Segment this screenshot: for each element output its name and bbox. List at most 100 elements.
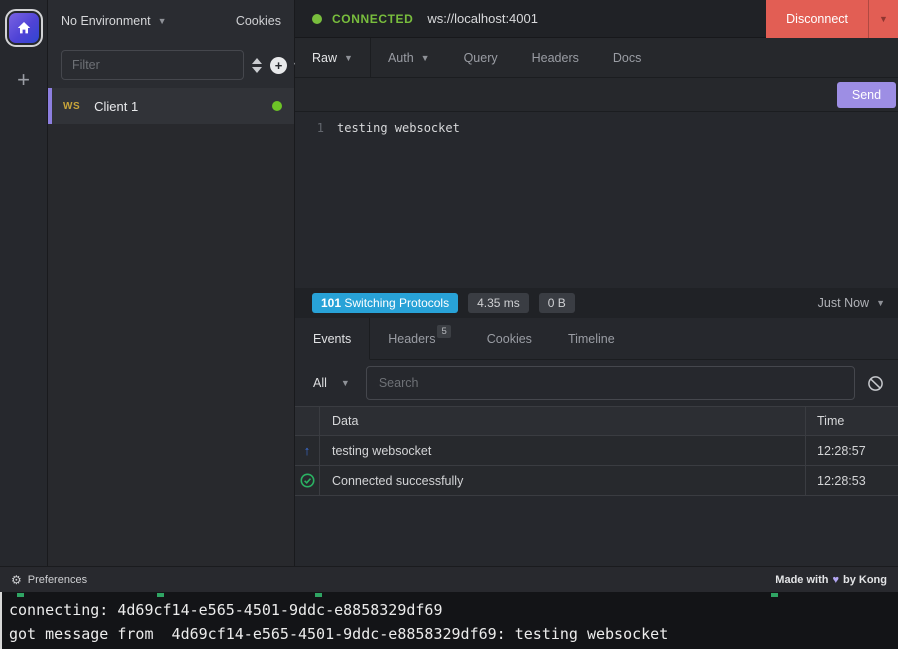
headers-count-badge: 5 — [437, 325, 450, 338]
environment-dropdown[interactable]: No Environment ▼ — [61, 14, 167, 28]
activity-rail: + — [0, 0, 48, 566]
prohibit-icon — [867, 375, 884, 392]
tab-docs[interactable]: Docs — [596, 38, 658, 77]
sidebar-empty-area — [48, 124, 294, 566]
filter-input[interactable] — [61, 50, 244, 80]
tab-timeline[interactable]: Timeline — [550, 318, 633, 360]
tab-headers[interactable]: Headers — [515, 38, 596, 77]
request-tabs: Raw ▼ Auth ▼ Query Headers Docs — [295, 38, 898, 78]
response-pane: 101 Switching Protocols 4.35 ms 0 B Just… — [295, 288, 898, 566]
send-button[interactable]: Send — [837, 82, 896, 108]
connection-active-dot — [272, 101, 282, 111]
chevron-down-icon: ▼ — [879, 14, 888, 24]
tab-events[interactable]: Events — [295, 318, 370, 360]
clear-events-button[interactable] — [867, 375, 884, 392]
tab-query-label: Query — [464, 51, 498, 65]
chevron-down-icon: ▼ — [421, 53, 430, 63]
main-panel: CONNECTED ws://localhost:4001 Disconnect… — [295, 0, 898, 566]
gear-icon: ⚙ — [11, 573, 22, 587]
sort-down-icon — [252, 67, 262, 73]
preferences-label: Preferences — [28, 574, 87, 586]
connected-dot-icon — [312, 14, 322, 24]
status-badge: 101 Switching Protocols — [312, 293, 458, 313]
connection-bar: CONNECTED ws://localhost:4001 Disconnect… — [295, 0, 898, 38]
response-history-dropdown[interactable]: Just Now ▼ — [818, 296, 885, 310]
event-time-cell: 12:28:57 — [805, 436, 898, 465]
sidebar-header: No Environment ▼ Cookies — [48, 0, 294, 42]
icon-column-header — [295, 407, 320, 435]
tab-response-cookies-label: Cookies — [487, 332, 532, 346]
tab-raw[interactable]: Raw ▼ — [295, 38, 371, 77]
ws-method-tag: WS — [63, 101, 80, 112]
new-project-button[interactable]: + — [17, 69, 30, 91]
request-pane: CONNECTED ws://localhost:4001 Disconnect… — [295, 0, 898, 288]
chevron-down-icon: ▼ — [158, 16, 167, 26]
events-table-header: Data Time — [295, 406, 898, 436]
table-row[interactable]: ↑ testing websocket 12:28:57 — [295, 436, 898, 466]
event-data-cell: testing websocket — [320, 436, 805, 465]
event-time-cell: 12:28:53 — [805, 466, 898, 495]
tab-auth-label: Auth — [388, 51, 414, 65]
size-badge: 0 B — [539, 293, 575, 313]
home-button-gradient — [9, 13, 39, 43]
editor-line-number: 1 — [295, 121, 337, 135]
tab-response-cookies[interactable]: Cookies — [469, 318, 550, 360]
kong-credit: Made with ♥ by Kong — [775, 574, 887, 586]
chevron-down-icon: ▼ — [344, 53, 353, 63]
send-row: Send — [295, 78, 898, 112]
event-type-value: All — [313, 376, 327, 390]
sort-button[interactable] — [252, 58, 262, 73]
home-icon — [16, 20, 32, 36]
tab-docs-label: Docs — [613, 51, 641, 65]
time-badge: 4.35 ms — [468, 293, 529, 313]
data-column-header: Data — [320, 407, 805, 435]
terminal-clipped-line — [9, 592, 898, 598]
tab-raw-label: Raw — [312, 51, 337, 65]
disconnect-button[interactable]: Disconnect — [766, 0, 868, 38]
events-table: Data Time ↑ testing websocket 12:28:57 — [295, 406, 898, 496]
chevron-down-icon: ▼ — [876, 298, 885, 308]
terminal-window: connecting: 4d69cf14-e565-4501-9ddc-e885… — [0, 592, 898, 649]
request-name: Client 1 — [94, 99, 138, 114]
response-empty-area — [295, 496, 898, 566]
status-footer: ⚙ Preferences Made with ♥ by Kong — [0, 566, 898, 592]
response-meta-bar: 101 Switching Protocols 4.35 ms 0 B Just… — [295, 288, 898, 318]
tab-response-headers-label: Headers — [388, 332, 435, 346]
credit-suffix: by Kong — [843, 574, 887, 586]
sidebar: No Environment ▼ Cookies + ▼ WS Client 1 — [48, 0, 295, 566]
tab-headers-label: Headers — [532, 51, 579, 65]
terminal-line: got message from 4d69cf14-e565-4501-9ddc… — [9, 622, 898, 646]
websocket-url: ws://localhost:4001 — [427, 11, 538, 26]
home-button[interactable] — [5, 9, 43, 47]
sort-up-icon — [252, 58, 262, 64]
terminal-line: connecting: 4d69cf14-e565-4501-9ddc-e885… — [9, 598, 898, 622]
tab-query[interactable]: Query — [447, 38, 515, 77]
preferences-button[interactable]: ⚙ Preferences — [11, 573, 87, 587]
tab-timeline-label: Timeline — [568, 332, 615, 346]
tab-auth[interactable]: Auth ▼ — [371, 38, 447, 77]
sidebar-item-client-1[interactable]: WS Client 1 — [48, 88, 294, 124]
table-row[interactable]: Connected successfully 12:28:53 — [295, 466, 898, 496]
credit-prefix: Made with — [775, 574, 828, 586]
tab-response-headers[interactable]: Headers 5 — [370, 318, 469, 360]
tabs-filler — [633, 318, 898, 360]
row-icon-cell: ↑ — [295, 436, 320, 465]
message-sent-arrow-icon: ↑ — [304, 443, 311, 458]
row-icon-cell — [295, 466, 320, 495]
recency-label: Just Now — [818, 296, 869, 310]
editor-content[interactable]: testing websocket — [337, 121, 460, 135]
chevron-down-icon: ▼ — [341, 378, 350, 388]
message-editor[interactable]: 1 testing websocket — [295, 112, 898, 288]
time-column-header: Time — [805, 407, 898, 435]
event-type-select[interactable]: All ▼ — [309, 376, 354, 390]
event-search-input[interactable] — [366, 366, 855, 400]
app-window: + No Environment ▼ Cookies + ▼ WS Client… — [0, 0, 898, 566]
disconnect-dropdown[interactable]: ▼ — [868, 0, 898, 38]
environment-label: No Environment — [61, 14, 151, 28]
event-data-cell: Connected successfully — [320, 466, 805, 495]
response-tabs: Events Headers 5 Cookies Timeline — [295, 318, 898, 360]
tab-events-label: Events — [313, 332, 351, 346]
cookies-link[interactable]: Cookies — [236, 14, 281, 28]
plus-circle-icon: + — [270, 57, 287, 74]
connected-check-icon — [300, 473, 315, 488]
